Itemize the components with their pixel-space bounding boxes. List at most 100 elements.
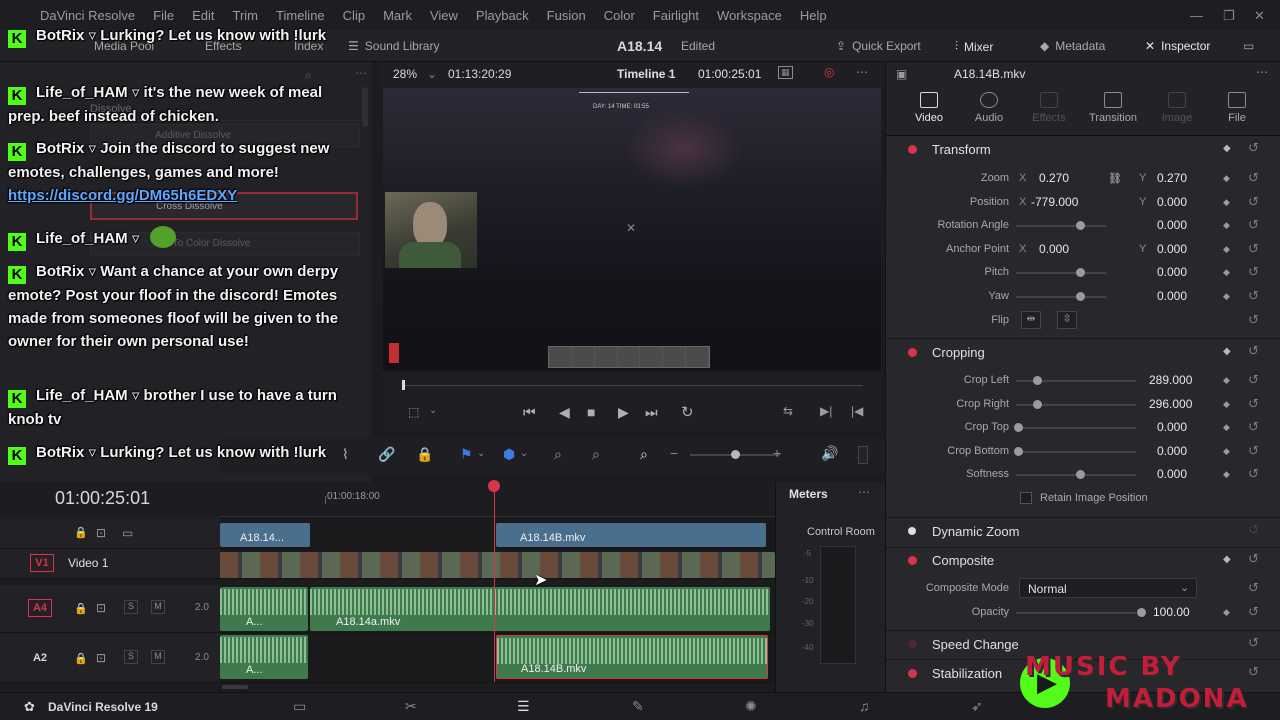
audio-clip[interactable]: A18.14a.mkv [310, 587, 770, 631]
keyframe-icon[interactable]: ◆ [1223, 291, 1230, 302]
keyframe-icon[interactable]: ◆ [1223, 607, 1230, 618]
lock-icon[interactable]: 🔒 [74, 602, 88, 615]
enable-dot[interactable] [908, 669, 917, 678]
chevron-down-icon[interactable]: ⌄ [520, 448, 528, 459]
chevron-down-icon[interactable]: ⌄ [665, 67, 675, 81]
reset-icon[interactable]: ↺ [1248, 264, 1259, 280]
link-icon[interactable]: ⛓ [1108, 172, 1122, 185]
slider-knob[interactable] [1014, 447, 1023, 456]
match-frame-icon[interactable]: ⇆ [783, 404, 793, 418]
position-y-field[interactable]: 0.000 [1157, 195, 1187, 209]
solo-button[interactable]: S [124, 600, 138, 614]
reset-icon[interactable]: ↺ [1248, 241, 1259, 257]
yaw-slider[interactable] [1016, 296, 1106, 298]
position-x-field[interactable]: -779.000 [1031, 195, 1078, 209]
audio-track-a2-lane[interactable]: A... A18.14B.mkv [220, 633, 775, 683]
slider-knob[interactable] [1076, 268, 1085, 277]
solo-button[interactable]: S [124, 650, 138, 664]
reset-icon[interactable]: ↺ [1248, 443, 1259, 459]
auto-select-icon[interactable]: ⊡ [96, 526, 106, 540]
play-icon[interactable]: ▶ [618, 404, 629, 421]
lock-icon[interactable]: 🔒 [74, 652, 88, 665]
reset-icon[interactable]: ↺ [1248, 396, 1259, 412]
slider-knob[interactable] [1033, 400, 1042, 409]
mute-button[interactable]: M [151, 650, 165, 664]
minimize-icon[interactable]: — [1190, 8, 1203, 23]
tab-effects[interactable]: Effects [1019, 92, 1079, 124]
reset-icon[interactable]: ↺ [1248, 343, 1259, 359]
crop-top-slider[interactable] [1016, 427, 1136, 429]
reset-icon[interactable]: ↺ [1248, 170, 1259, 186]
skip-end-icon[interactable]: ⏭ [645, 404, 658, 421]
enable-dot[interactable] [908, 640, 917, 649]
fusion-page-icon[interactable]: ✎ [632, 698, 644, 715]
loop-icon[interactable]: ↻ [681, 403, 694, 421]
media-page-icon[interactable]: ▭ [293, 698, 306, 715]
video-clip-thumbnails[interactable] [220, 552, 775, 578]
zoom-in-icon[interactable]: + [773, 445, 781, 461]
video-track-2-lane[interactable]: A18.14... A18.14B.mkv [220, 517, 775, 549]
reset-icon[interactable]: ↺ [1248, 635, 1259, 651]
keyframe-icon[interactable]: ◆ [1223, 554, 1231, 565]
viewer-mode-icon[interactable]: ▦ [778, 66, 793, 79]
close-icon[interactable]: ✕ [1254, 8, 1265, 24]
quick-export-button[interactable]: ⇪ Quick Export [836, 39, 921, 53]
color-page-icon[interactable]: ✺ [745, 698, 757, 715]
reset-icon[interactable]: ↺ [1248, 288, 1259, 304]
enable-dot[interactable] [908, 556, 917, 565]
keyframe-icon[interactable]: ◆ [1223, 244, 1230, 255]
track-id-a2[interactable]: A2 [28, 649, 52, 667]
scrollbar-thumb[interactable] [222, 685, 248, 689]
prev-edit-icon[interactable]: |◀ [851, 404, 863, 418]
keyframe-icon[interactable]: ◆ [1223, 346, 1231, 357]
crop-bottom-field[interactable]: 0.000 [1157, 444, 1187, 458]
menu-fusion[interactable]: Fusion [547, 8, 586, 23]
crop-top-field[interactable]: 0.000 [1157, 420, 1187, 434]
lock-icon[interactable]: 🔒 [416, 446, 433, 463]
track-visibility-icon[interactable]: ▭ [122, 526, 133, 540]
keyframe-icon[interactable]: ◆ [1223, 399, 1230, 410]
reset-icon[interactable]: ↺ [1248, 217, 1259, 233]
scrubber[interactable] [403, 385, 863, 386]
video-clip[interactable]: A18.14... [220, 523, 310, 547]
reset-icon[interactable]: ↺ [1248, 140, 1259, 156]
reset-icon[interactable]: ↺ [1248, 466, 1259, 482]
discord-link[interactable]: https://discord.gg/DM65h6EDXY [8, 187, 237, 204]
keyframe-icon[interactable]: ◆ [1223, 469, 1230, 480]
zoom-x-field[interactable]: 0.270 [1039, 171, 1069, 185]
anchor-y-field[interactable]: 0.000 [1157, 242, 1187, 256]
audio-track-a4-lane[interactable]: A... A18.14a.mkv [220, 585, 775, 633]
transform-section[interactable]: Transform ◆ ↺ [898, 139, 1268, 161]
audio-clip[interactable]: A18.14B.mkv [496, 635, 768, 679]
dynamic-zoom-section[interactable]: Dynamic Zoom ↺ [898, 521, 1268, 543]
zoom-out-icon[interactable]: − [670, 445, 678, 461]
auto-select-icon[interactable]: ⊡ [96, 601, 106, 615]
flip-vertical-icon[interactable]: ⇳ [1057, 311, 1077, 329]
menu-mark[interactable]: Mark [383, 8, 412, 23]
opacity-field[interactable]: 100.00 [1153, 605, 1190, 619]
reset-icon[interactable]: ↺ [1248, 551, 1259, 567]
safe-area-icon[interactable]: ⬚ [408, 405, 419, 419]
zoom-level[interactable]: 28% [393, 67, 417, 81]
tab-image[interactable]: Image [1147, 92, 1207, 124]
menu-color[interactable]: Color [604, 8, 635, 23]
slider-knob[interactable] [1137, 608, 1146, 617]
options-icon[interactable]: ⋯ [1256, 65, 1268, 79]
flip-horizontal-icon[interactable]: ⇹ [1021, 311, 1041, 329]
chevron-down-icon[interactable]: ⌄ [429, 405, 437, 416]
keyframe-icon[interactable]: ◆ [1223, 173, 1230, 184]
tab-audio[interactable]: Audio [959, 92, 1019, 124]
playhead[interactable] [494, 492, 495, 682]
options-icon[interactable]: ⋯ [856, 65, 868, 79]
menu-workspace[interactable]: Workspace [717, 8, 782, 23]
crop-right-field[interactable]: 296.000 [1149, 397, 1192, 411]
reverse-icon[interactable]: ◀ [559, 404, 570, 421]
zoom-detail-icon[interactable]: ⌕ [592, 446, 600, 463]
metadata-button[interactable]: ◆ Metadata [1040, 39, 1105, 53]
reset-icon[interactable]: ↺ [1248, 580, 1259, 596]
audio-clip[interactable]: A... [220, 635, 308, 679]
enable-dot[interactable] [908, 145, 917, 154]
menu-fairlight[interactable]: Fairlight [653, 8, 699, 23]
keyframe-icon[interactable]: ◆ [1223, 375, 1230, 386]
mixer-button[interactable]: ⫶ Mixer [955, 39, 993, 54]
